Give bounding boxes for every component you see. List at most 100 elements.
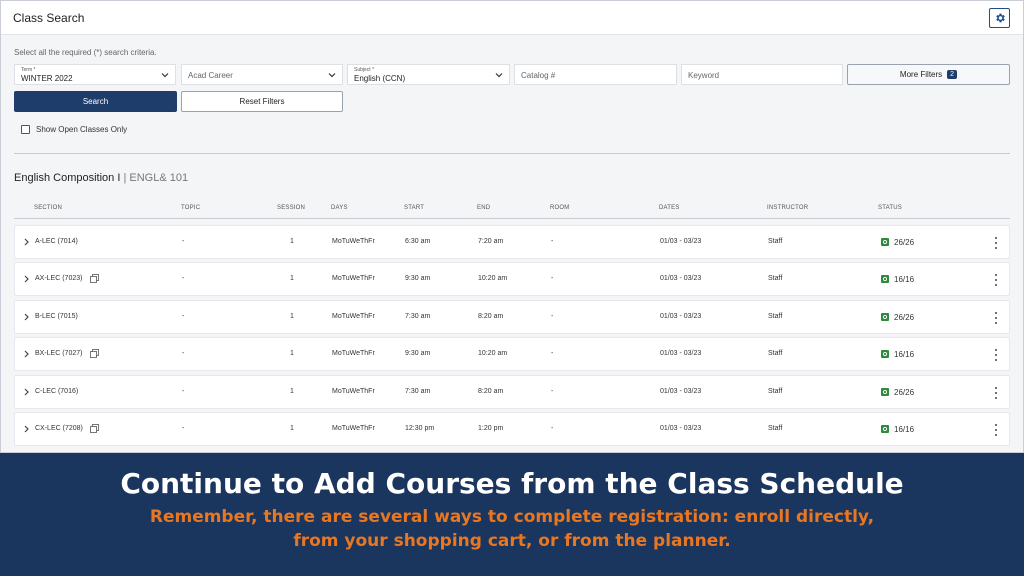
col-topic: TOPIC: [181, 205, 201, 211]
section-cell[interactable]: C-LEC (7016): [35, 388, 78, 395]
start-cell: 9:30 am: [405, 275, 431, 282]
col-session: SESSION: [277, 205, 306, 211]
days-cell: MoTuWeThFr: [332, 388, 375, 395]
table-row[interactable]: C-LEC (7016) - 1 MoTuWeThFr 7:30 am 8:20…: [14, 375, 1010, 409]
session-cell: 1: [290, 275, 294, 282]
copy-icon: [90, 424, 99, 433]
section-cell[interactable]: BX-LEC (7027): [35, 350, 82, 357]
search-button[interactable]: Search: [14, 91, 177, 112]
term-select[interactable]: Term * WINTER 2022: [14, 64, 176, 85]
chevron-right-icon[interactable]: [23, 424, 30, 434]
reset-filters-button[interactable]: Reset Filters: [181, 91, 343, 112]
chevron-right-icon[interactable]: [23, 312, 30, 322]
status-cell: 26/26: [894, 388, 915, 397]
section-cell[interactable]: B-LEC (7015): [35, 313, 78, 320]
table-row[interactable]: A-LEC (7014) - 1 MoTuWeThFr 6:30 am 7:20…: [14, 225, 1010, 259]
section-cell[interactable]: CX-LEC (7208): [35, 425, 83, 432]
chevron-right-icon[interactable]: [23, 387, 30, 397]
status-cell: 26/26: [894, 238, 915, 247]
topic-cell: -: [182, 238, 185, 245]
more-filters-button[interactable]: More Filters 2: [847, 64, 1010, 85]
more-vertical-icon[interactable]: [990, 385, 1002, 401]
session-cell: 1: [290, 425, 294, 432]
more-vertical-icon[interactable]: [990, 310, 1002, 326]
table-row[interactable]: B-LEC (7015) - 1 MoTuWeThFr 7:30 am 8:20…: [14, 300, 1010, 334]
section-divider: [14, 153, 1010, 154]
copy-icon: [90, 349, 99, 358]
chevron-right-icon[interactable]: [23, 349, 30, 359]
col-dates: DATES: [659, 205, 680, 211]
col-room: ROOM: [550, 205, 570, 211]
instructor-cell: Staff: [768, 275, 783, 282]
table-row[interactable]: CX-LEC (7208) - 1 MoTuWeThFr 12:30 pm 1:…: [14, 412, 1010, 446]
chevron-down-icon: [495, 73, 503, 78]
table-row[interactable]: AX-LEC (7023) - 1 MoTuWeThFr 9:30 am 10:…: [14, 262, 1010, 296]
start-cell: 9:30 am: [405, 350, 431, 357]
course-code: ENGL& 101: [129, 172, 189, 184]
page-title: Class Search: [13, 11, 85, 25]
course-heading: English Composition I | ENGL& 101: [14, 172, 188, 184]
end-cell: 7:20 am: [478, 238, 504, 245]
room-cell: -: [551, 313, 554, 320]
more-vertical-icon[interactable]: [990, 422, 1002, 438]
topic-cell: -: [182, 275, 185, 282]
gear-icon: [995, 13, 1005, 23]
catalog-input[interactable]: Catalog #: [514, 64, 677, 85]
end-cell: 8:20 am: [478, 313, 504, 320]
end-cell: 1:20 pm: [478, 425, 504, 432]
more-vertical-icon[interactable]: [990, 347, 1002, 363]
chevron-right-icon[interactable]: [23, 274, 30, 284]
room-cell: -: [551, 425, 554, 432]
open-status-icon: [881, 238, 889, 246]
section-cell[interactable]: AX-LEC (7023): [35, 275, 82, 282]
filter-count-badge: 2: [947, 70, 958, 79]
copy-icon: [90, 274, 99, 283]
col-start: START: [404, 205, 425, 211]
instructor-cell: Staff: [768, 313, 783, 320]
end-cell: 8:20 am: [478, 388, 504, 395]
dates-cell: 01/03 - 03/23: [660, 313, 702, 320]
course-name: English Composition I: [14, 172, 121, 184]
topic-cell: -: [182, 350, 185, 357]
open-status-icon: [881, 275, 889, 283]
open-classes-checkbox[interactable]: [21, 125, 30, 134]
chevron-down-icon: [328, 73, 336, 78]
start-cell: 6:30 am: [405, 238, 431, 245]
session-cell: 1: [290, 238, 294, 245]
dates-cell: 01/03 - 03/23: [660, 275, 702, 282]
status-cell: 16/16: [894, 350, 915, 359]
acad-career-select[interactable]: Acad Career: [181, 64, 343, 85]
open-classes-label: Show Open Classes Only: [36, 125, 128, 134]
more-vertical-icon[interactable]: [990, 235, 1002, 251]
table-row[interactable]: BX-LEC (7027) - 1 MoTuWeThFr 9:30 am 10:…: [14, 337, 1010, 371]
status-cell: 16/16: [894, 275, 915, 284]
settings-button[interactable]: [989, 8, 1010, 28]
days-cell: MoTuWeThFr: [332, 275, 375, 282]
start-cell: 12:30 pm: [405, 425, 435, 432]
subject-select[interactable]: Subject * English (CCN): [347, 64, 510, 85]
caption-banner: Continue to Add Courses from the Class S…: [0, 453, 1024, 576]
table-header-line: [14, 218, 1010, 219]
chevron-right-icon[interactable]: [23, 237, 30, 247]
dates-cell: 01/03 - 03/23: [660, 388, 702, 395]
section-cell[interactable]: A-LEC (7014): [35, 238, 78, 245]
days-cell: MoTuWeThFr: [332, 425, 375, 432]
subject-value: English (CCN): [354, 74, 406, 83]
term-value: WINTER 2022: [21, 74, 73, 83]
start-cell: 7:30 am: [405, 388, 431, 395]
topic-cell: -: [182, 388, 185, 395]
days-cell: MoTuWeThFr: [332, 238, 375, 245]
open-status-icon: [881, 313, 889, 321]
class-search-app: Class Search Select all the required (*)…: [0, 0, 1024, 453]
col-status: STATUS: [878, 205, 902, 211]
term-label: Term *: [21, 67, 36, 73]
banner-subtitle-line-2: from your shopping cart, or from the pla…: [293, 531, 731, 551]
room-cell: -: [551, 350, 554, 357]
room-cell: -: [551, 238, 554, 245]
keyword-placeholder: Keyword: [688, 71, 720, 80]
keyword-input[interactable]: Keyword: [681, 64, 843, 85]
banner-title: Continue to Add Courses from the Class S…: [120, 467, 904, 500]
page-header: Class Search: [1, 1, 1023, 35]
more-vertical-icon[interactable]: [990, 272, 1002, 288]
dates-cell: 01/03 - 03/23: [660, 350, 702, 357]
